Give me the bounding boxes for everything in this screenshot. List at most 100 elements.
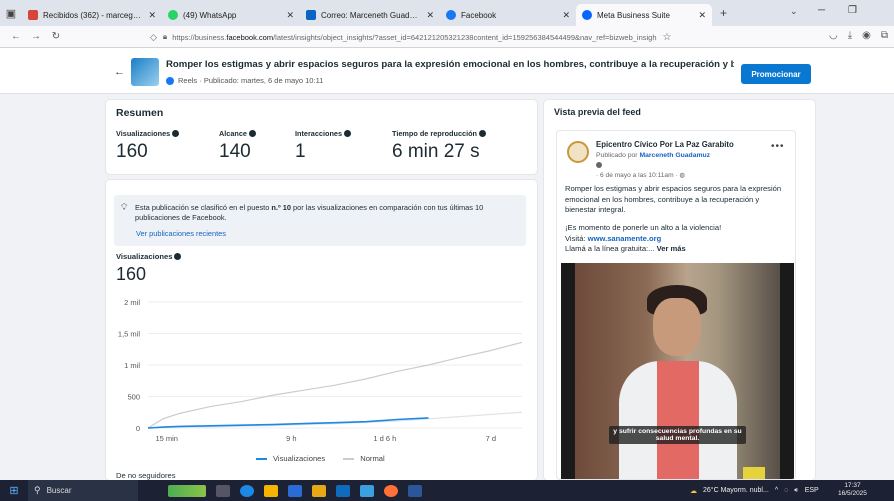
post-cta: ¡Es momento de ponerle un alto a la viol…	[565, 223, 722, 253]
ranking-notice: 💡︎ Esta publicación se clasificó en el p…	[114, 195, 526, 246]
avatar[interactable]	[567, 141, 589, 163]
feed-preview-heading: Vista previa del feed	[554, 107, 641, 117]
globe-icon	[596, 162, 602, 168]
pocket-icon[interactable]: ◡	[829, 30, 838, 41]
toolbar-icons: ◡ ⤓ ◉ ⧉	[829, 30, 888, 41]
back-button[interactable]: ←	[6, 31, 26, 42]
close-icon[interactable]: ✕	[698, 10, 706, 21]
metric-interactions: Interacciones 1	[295, 129, 352, 163]
search-icon: ⚲	[34, 485, 41, 495]
views-chart-card: 💡︎ Esta publicación se clasificó en el p…	[106, 180, 537, 480]
facebook-icon	[446, 10, 456, 20]
watermark-logo	[743, 467, 765, 479]
reel-video[interactable]: y sufrir consecuencias profundas en su s…	[561, 263, 794, 479]
legend-item-views[interactable]: Visualizaciones	[256, 454, 325, 463]
language-indicator[interactable]: ESP	[805, 487, 819, 494]
taskbar-search[interactable]: ⚲ Buscar	[28, 480, 138, 501]
browser-toolbar: ← → ↻ ◇ 🔒︎ https://business. facebook.com…	[0, 26, 894, 48]
forward-button[interactable]: →	[26, 31, 46, 42]
task-view-icon[interactable]	[216, 484, 230, 497]
close-icon[interactable]: ✕	[286, 10, 294, 21]
y-tick-label: 2 mil	[124, 298, 140, 307]
address-bar[interactable]: ◇ 🔒︎ https://business. facebook.com/lates…	[150, 28, 740, 46]
extensions-icon[interactable]: ⧉	[881, 30, 888, 41]
network-icon[interactable]: ◌	[784, 487, 788, 494]
arrow-left-icon[interactable]: ←	[114, 66, 125, 78]
word-icon[interactable]	[408, 484, 422, 497]
tab-facebook[interactable]: Facebook ✕	[440, 4, 576, 26]
skype-icon[interactable]	[288, 484, 302, 497]
gmail-icon	[28, 10, 38, 20]
info-icon[interactable]	[174, 253, 182, 260]
views-line-chart: 2 mil 1,5 mil 1 mil 500 0 15 min 9 h 1 d 6 h 7 d	[118, 298, 523, 443]
shield-icon: ◇	[150, 31, 157, 42]
windows-taskbar: ⊞ ⚲ Buscar ☁︎ 26°C Mayorm. nubl... ^ ◌ 🔉…	[0, 480, 894, 501]
tab-meta-business-suite[interactable]: Meta Business Suite ✕	[576, 4, 712, 26]
store-icon[interactable]	[360, 484, 374, 497]
promote-button[interactable]: Promocionar	[741, 64, 811, 84]
tab-outlook[interactable]: Correo: Marceneth Guadamuz ✕	[300, 4, 440, 26]
account-icon[interactable]: ◉	[862, 30, 871, 41]
weather-text[interactable]: 26°C Mayorm. nubl...	[703, 487, 769, 494]
x-tick-label: 7 d	[486, 434, 496, 443]
weather-icon[interactable]: ☁︎	[690, 487, 697, 495]
series-line-normal	[147, 341, 523, 429]
download-icon[interactable]: ⤓	[848, 30, 852, 41]
bookmark-star-icon[interactable]: ☆	[663, 32, 672, 43]
file-explorer-icon[interactable]	[264, 484, 278, 497]
post-title: Romper los estigmas y abrir espacios seg…	[166, 59, 734, 70]
more-options-icon[interactable]: •••	[771, 141, 785, 152]
y-tick-label: 1 mil	[124, 361, 140, 370]
facebook-icon	[166, 76, 174, 85]
recent-posts-link[interactable]: Ver publicaciones recientes	[136, 229, 226, 238]
x-tick-label: 9 h	[286, 434, 296, 443]
close-icon[interactable]: ✕	[562, 10, 570, 21]
tab-list-icon[interactable]: ▣	[0, 0, 22, 26]
maximize-button[interactable]: ❐	[848, 5, 857, 16]
summary-heading: Resumen	[116, 107, 164, 119]
taskbar-clock[interactable]: 17:37 16/5/2025	[838, 482, 867, 498]
views-total: 160	[116, 264, 147, 284]
whatsapp-icon	[168, 10, 178, 20]
firefox-icon[interactable]	[384, 484, 398, 497]
outlook-icon[interactable]	[336, 484, 350, 497]
info-icon[interactable]	[479, 130, 487, 137]
widget-icon[interactable]	[168, 484, 206, 497]
page-name[interactable]: Epicentro Cívico Por La Paz Garabito	[596, 140, 734, 149]
x-tick-label: 1 d 6 h	[373, 434, 396, 443]
post-date: · 6 de mayo a las 10:11am · ◍	[596, 172, 686, 179]
see-more-link[interactable]: Ver más	[657, 244, 686, 253]
lock-icon: 🔒︎	[162, 32, 168, 41]
y-tick-label: 1,5 mil	[118, 330, 140, 339]
new-tab-button[interactable]: +	[720, 6, 727, 20]
x-tick-label: 15 min	[155, 434, 178, 443]
system-tray: ☁︎ 26°C Mayorm. nubl... ^ ◌ 🔉︎ ESP	[690, 480, 819, 501]
edge-icon[interactable]	[240, 484, 254, 497]
tab-gmail[interactable]: Recibidos (362) - marceguadam ✕	[22, 4, 162, 26]
feed-preview-card: Vista previa del feed Epicentro Cívico P…	[544, 100, 815, 480]
close-icon[interactable]: ✕	[426, 10, 434, 21]
info-icon[interactable]	[344, 130, 352, 137]
minimize-button[interactable]: ─	[818, 5, 825, 16]
info-icon[interactable]	[249, 130, 256, 137]
published-by: Publicado por Marceneth Guadamuz	[596, 152, 711, 159]
chevron-up-icon[interactable]: ^	[775, 487, 778, 494]
post-text: Romper los estigmas y abrir espacios seg…	[565, 184, 782, 214]
tab-whatsapp[interactable]: (49) WhatsApp ✕	[162, 4, 300, 26]
info-icon[interactable]	[172, 130, 180, 137]
chart-legend: Visualizaciones Normal	[256, 454, 385, 463]
windows-start-icon[interactable]: ⊞	[0, 484, 28, 497]
website-link[interactable]: www.sanamente.org	[588, 234, 662, 243]
views-heading: Visualizaciones	[116, 252, 182, 261]
legend-item-normal[interactable]: Normal	[343, 454, 385, 463]
chevron-down-icon[interactable]: ⌄	[790, 6, 798, 17]
metric-reach: Alcance 140	[219, 129, 256, 163]
meta-icon	[582, 10, 592, 20]
folder-icon[interactable]	[312, 484, 326, 497]
close-icon[interactable]: ✕	[148, 10, 156, 21]
lightbulb-icon: 💡︎	[121, 202, 128, 212]
y-tick-label: 500	[127, 393, 140, 402]
reload-button[interactable]: ↻	[46, 31, 66, 42]
summary-card: Resumen Visualizaciones 160 Alcance 140 …	[106, 100, 537, 174]
volume-icon[interactable]: 🔉︎	[794, 487, 798, 495]
